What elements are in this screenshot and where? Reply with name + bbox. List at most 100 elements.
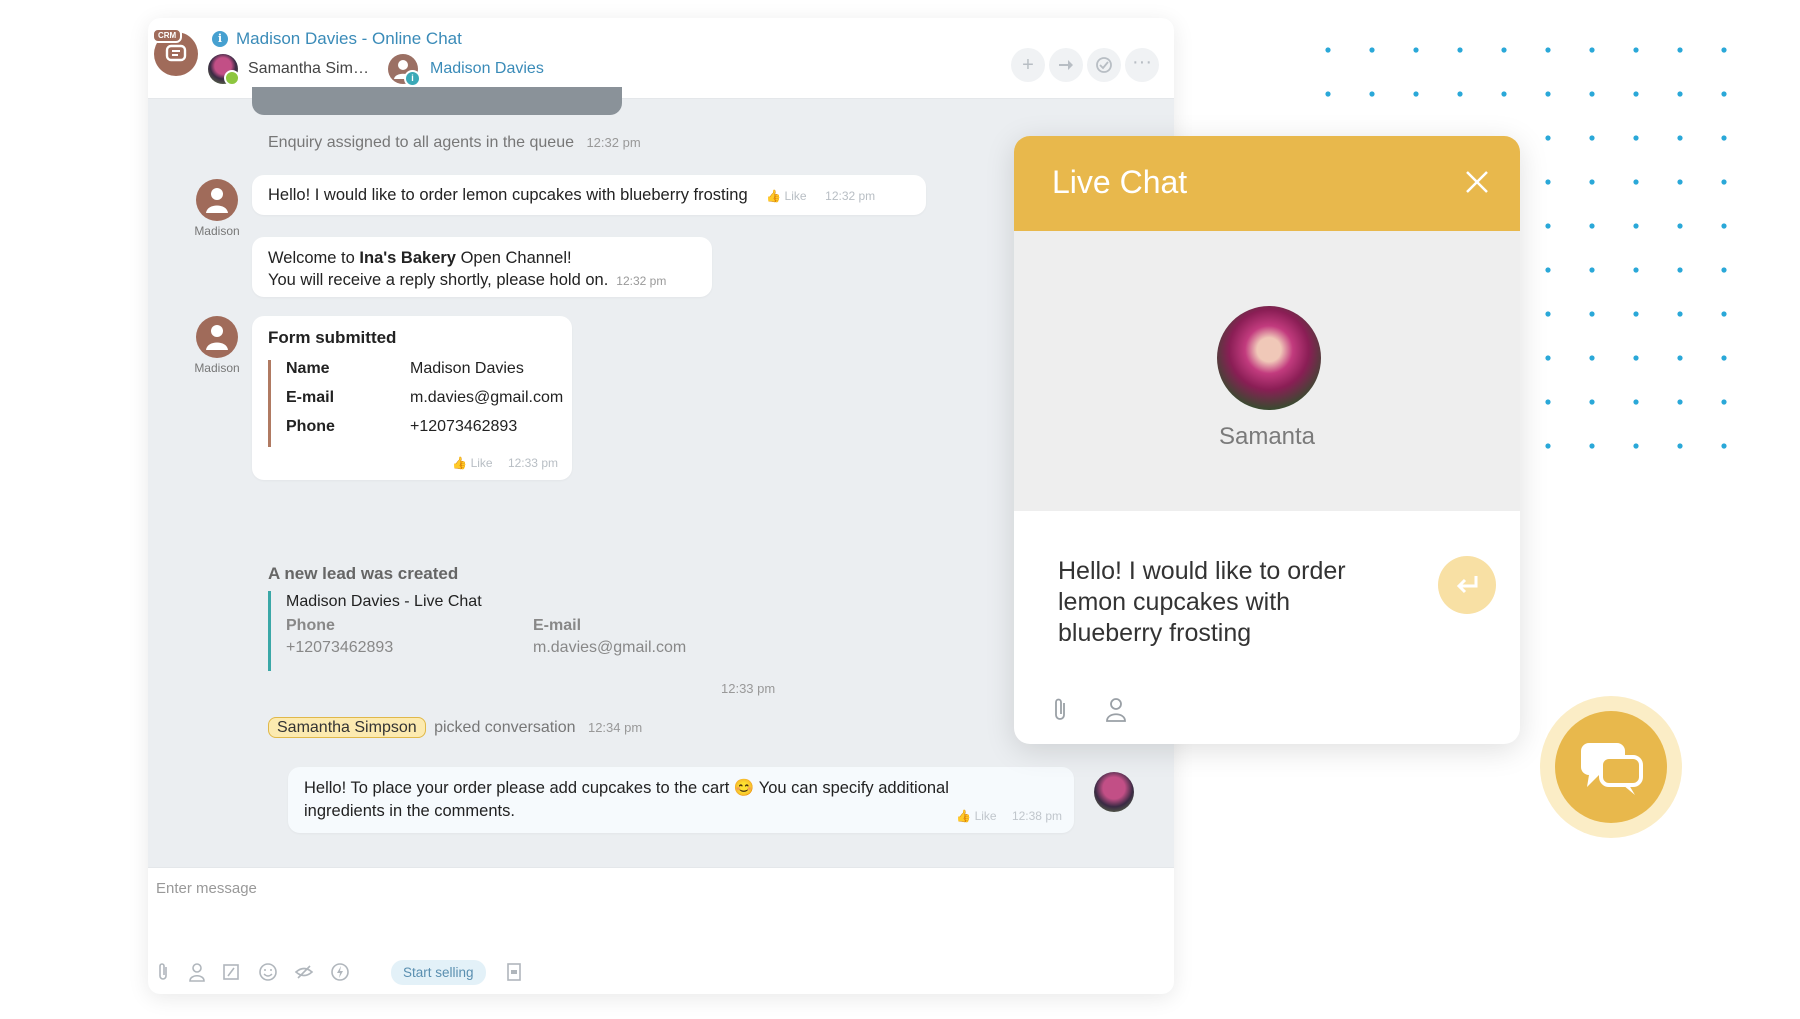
decorative-dot	[1589, 399, 1595, 405]
decorative-dot	[1677, 311, 1683, 317]
lead-phone: +12073462893	[286, 639, 394, 656]
widget-title: Live Chat	[1052, 164, 1188, 200]
picked-conversation-message: Samantha Simpson picked conversation 12:…	[268, 717, 642, 738]
emoji-icon[interactable]	[258, 962, 278, 987]
decorative-dot	[1413, 47, 1419, 53]
add-icon[interactable]: +	[1011, 48, 1045, 82]
smile-emoji-icon: 😊	[733, 779, 755, 797]
forward-icon[interactable]	[1049, 48, 1083, 82]
decorative-dot	[1457, 91, 1463, 97]
system-message: Enquiry assigned to all agents in the qu…	[268, 134, 641, 152]
decorative-dot	[1589, 443, 1595, 449]
decorative-dot	[1589, 91, 1595, 97]
decorative-dot	[1677, 91, 1683, 97]
decorative-dot	[1545, 399, 1551, 405]
user-icon[interactable]	[1104, 696, 1128, 722]
decorative-dot	[1721, 399, 1727, 405]
decorative-dot	[1633, 223, 1639, 229]
chat-bubbles-icon	[1581, 743, 1643, 795]
decorative-dot	[1633, 267, 1639, 273]
decorative-dot	[1677, 443, 1683, 449]
lead-card[interactable]: Madison Davies - Live Chat Phone +120734…	[268, 591, 706, 671]
send-button[interactable]	[1438, 556, 1496, 614]
customer-avatar	[196, 316, 238, 358]
edit-icon[interactable]	[222, 962, 240, 987]
agent-profile: Samanta	[1014, 231, 1520, 511]
welcome-message-bubble: Welcome to Ina's Bakery Open Channel! Yo…	[252, 237, 712, 297]
decorative-dot	[1589, 179, 1595, 185]
form-row: Phone +12073462893	[286, 418, 518, 435]
decorative-dot	[1589, 267, 1595, 273]
customer-status-icon: i	[404, 70, 421, 87]
lead-title: A new lead was created	[268, 564, 459, 583]
lightning-icon[interactable]	[330, 962, 350, 987]
decorative-dot	[1677, 135, 1683, 141]
info-icon[interactable]: i	[212, 31, 228, 47]
decorative-dot	[1721, 267, 1727, 273]
decorative-dot	[1633, 355, 1639, 361]
message-input-area[interactable]: Enter message Start selling	[148, 867, 1174, 994]
like-button[interactable]: 👍 Like	[956, 809, 996, 823]
decorative-dot	[1545, 47, 1551, 53]
previous-message-edge	[252, 87, 622, 115]
lead-email-label: E-mail	[533, 617, 582, 634]
message-input[interactable]: Enter message	[156, 880, 257, 897]
decorative-dot	[1633, 399, 1639, 405]
decorative-dot	[1721, 443, 1727, 449]
like-button[interactable]: 👍 Like	[766, 189, 806, 203]
decorative-dot	[1721, 355, 1727, 361]
chat-title[interactable]: Madison Davies - Online Chat	[236, 29, 462, 49]
decorative-dot	[1677, 267, 1683, 273]
widget-message-input[interactable]: Hello! I would like to order lemon cupca…	[1058, 556, 1398, 649]
form-table: Name Madison Davies E-mail m.davies@gmail.…	[268, 360, 563, 447]
lead-name[interactable]: Madison Davies - Live Chat	[286, 593, 482, 611]
decorative-dot	[1633, 91, 1639, 97]
avatar-name: Madison	[194, 361, 240, 375]
agent-tag[interactable]: Samantha Simpson	[268, 717, 426, 738]
decorative-dot	[1677, 179, 1683, 185]
form-message-bubble: Form submitted Name Madison Davies E-mail…	[252, 316, 572, 480]
decorative-dot	[1721, 135, 1727, 141]
live-chat-launcher-button[interactable]	[1540, 696, 1682, 838]
agent-message-bubble: Hello! To place your order please add cu…	[288, 767, 1074, 833]
decorative-dot	[1589, 355, 1595, 361]
complete-check-icon[interactable]	[1087, 48, 1121, 82]
document-icon[interactable]	[506, 962, 522, 987]
close-icon[interactable]	[1464, 169, 1490, 195]
decorative-dot	[1545, 135, 1551, 141]
more-icon[interactable]: ···	[1125, 48, 1159, 82]
decorative-dot	[1545, 443, 1551, 449]
agent-message-line-1: Hello! To place your order please add cu…	[304, 779, 949, 797]
decorative-dot	[1501, 47, 1507, 53]
form-title: Form submitted	[268, 328, 397, 347]
decorative-dot	[1677, 399, 1683, 405]
decorative-dot	[1369, 47, 1375, 53]
decorative-dot	[1545, 223, 1551, 229]
like-button[interactable]: 👍 Like	[452, 456, 492, 470]
crm-badge: CRM	[152, 28, 183, 43]
decorative-dot	[1677, 355, 1683, 361]
decorative-dot	[1545, 91, 1551, 97]
decorative-dot	[1633, 47, 1639, 53]
message-time: 12:33 pm	[507, 456, 558, 470]
crm-chat-icon[interactable]: CRM	[152, 28, 198, 76]
picked-text: picked conversation	[434, 719, 576, 736]
message-bubble: Hello! I would like to order lemon cupca…	[252, 175, 926, 215]
attach-icon[interactable]	[1052, 696, 1068, 722]
decorative-dot	[1633, 179, 1639, 185]
decorative-dot	[1721, 311, 1727, 317]
user-icon[interactable]	[188, 962, 206, 987]
agent-name: Samantha Sim…	[248, 60, 369, 77]
customer-avatar	[196, 179, 238, 221]
customer-name-link[interactable]: Madison Davies	[430, 60, 544, 78]
message-time: 12:32 pm	[616, 274, 667, 288]
widget-header: Live Chat	[1014, 136, 1520, 231]
decorative-dot	[1589, 135, 1595, 141]
start-selling-button[interactable]: Start selling	[391, 960, 486, 985]
hide-eye-icon[interactable]	[294, 962, 314, 987]
company-name: Ina's Bakery	[359, 249, 456, 267]
attach-icon[interactable]	[156, 962, 170, 987]
decorative-dot	[1633, 311, 1639, 317]
live-chat-widget: Live Chat Samanta Hello! I would like to…	[1014, 136, 1520, 744]
message-time: 12:38 pm	[1011, 809, 1062, 823]
